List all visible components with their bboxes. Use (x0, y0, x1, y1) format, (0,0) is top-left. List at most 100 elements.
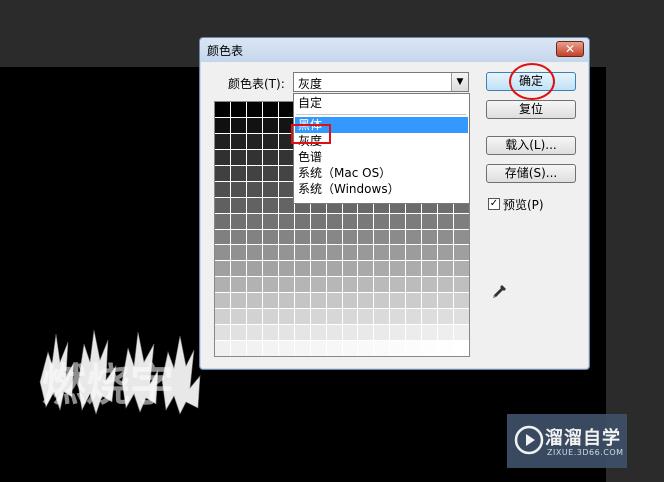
color-swatch[interactable] (278, 341, 294, 356)
color-swatch[interactable] (215, 341, 230, 356)
color-swatch[interactable] (294, 325, 310, 341)
color-swatch[interactable] (454, 245, 469, 261)
color-swatch[interactable] (230, 325, 246, 341)
color-swatch[interactable] (246, 102, 262, 117)
color-swatch[interactable] (215, 197, 230, 213)
color-swatch[interactable] (326, 293, 342, 309)
color-swatch[interactable] (246, 261, 262, 277)
color-swatch[interactable] (342, 341, 358, 356)
color-swatch[interactable] (215, 149, 230, 165)
color-swatch[interactable] (390, 277, 406, 293)
reset-button[interactable]: 复位 (486, 100, 576, 119)
color-swatch[interactable] (422, 293, 438, 309)
color-table-dropdown[interactable]: 自定 黑体 灰度 色谱 系统（Mac OS） 系统（Windows） (293, 93, 470, 204)
color-swatch[interactable] (215, 117, 230, 133)
color-swatch[interactable] (454, 309, 469, 325)
color-swatch[interactable] (438, 229, 454, 245)
color-swatch[interactable] (374, 213, 390, 229)
color-swatch[interactable] (326, 277, 342, 293)
color-swatch[interactable] (374, 341, 390, 356)
color-swatch[interactable] (358, 293, 374, 309)
color-swatch[interactable] (358, 309, 374, 325)
color-swatch[interactable] (230, 309, 246, 325)
color-swatch[interactable] (262, 245, 278, 261)
color-swatch[interactable] (326, 309, 342, 325)
color-swatch[interactable] (278, 197, 294, 213)
color-swatch[interactable] (310, 261, 326, 277)
color-swatch[interactable] (390, 309, 406, 325)
color-swatch[interactable] (422, 309, 438, 325)
color-swatch[interactable] (374, 245, 390, 261)
color-swatch[interactable] (278, 229, 294, 245)
color-swatch[interactable] (310, 341, 326, 356)
color-swatch[interactable] (246, 293, 262, 309)
color-swatch[interactable] (406, 229, 422, 245)
color-swatch[interactable] (262, 325, 278, 341)
eyedropper-icon[interactable] (491, 284, 507, 300)
color-swatch[interactable] (262, 341, 278, 356)
color-swatch[interactable] (310, 309, 326, 325)
color-swatch[interactable] (262, 229, 278, 245)
color-swatch[interactable] (326, 213, 342, 229)
color-swatch[interactable] (358, 245, 374, 261)
color-swatch[interactable] (342, 213, 358, 229)
color-swatch[interactable] (438, 277, 454, 293)
color-swatch[interactable] (278, 245, 294, 261)
color-swatch[interactable] (342, 325, 358, 341)
color-swatch[interactable] (342, 229, 358, 245)
color-swatch[interactable] (262, 133, 278, 149)
color-swatch[interactable] (374, 293, 390, 309)
color-swatch[interactable] (454, 293, 469, 309)
color-swatch[interactable] (230, 213, 246, 229)
color-swatch[interactable] (278, 149, 294, 165)
color-swatch[interactable] (278, 293, 294, 309)
color-swatch[interactable] (215, 309, 230, 325)
color-swatch[interactable] (262, 293, 278, 309)
color-swatch[interactable] (215, 181, 230, 197)
color-swatch[interactable] (390, 245, 406, 261)
color-swatch[interactable] (358, 325, 374, 341)
color-swatch[interactable] (262, 117, 278, 133)
color-swatch[interactable] (438, 325, 454, 341)
color-swatch[interactable] (326, 341, 342, 356)
color-swatch[interactable] (246, 117, 262, 133)
color-swatch[interactable] (454, 229, 469, 245)
color-swatch[interactable] (438, 245, 454, 261)
color-swatch[interactable] (406, 261, 422, 277)
color-swatch[interactable] (310, 213, 326, 229)
color-swatch[interactable] (406, 245, 422, 261)
color-swatch[interactable] (262, 277, 278, 293)
color-swatch[interactable] (215, 325, 230, 341)
option-custom[interactable]: 自定 (295, 95, 468, 111)
option-system-macos[interactable]: 系统（Mac OS） (295, 165, 468, 181)
color-swatch[interactable] (246, 133, 262, 149)
color-swatch[interactable] (374, 309, 390, 325)
color-swatch[interactable] (278, 213, 294, 229)
color-swatch[interactable] (342, 245, 358, 261)
color-swatch[interactable] (215, 213, 230, 229)
color-swatch[interactable] (215, 133, 230, 149)
color-swatch[interactable] (358, 277, 374, 293)
color-swatch[interactable] (246, 213, 262, 229)
color-swatch[interactable] (406, 309, 422, 325)
color-swatch[interactable] (262, 181, 278, 197)
color-swatch[interactable] (215, 229, 230, 245)
color-swatch[interactable] (246, 181, 262, 197)
color-swatch[interactable] (246, 245, 262, 261)
color-swatch[interactable] (390, 341, 406, 356)
color-swatch[interactable] (246, 165, 262, 181)
color-swatch[interactable] (246, 325, 262, 341)
color-swatch[interactable] (294, 245, 310, 261)
color-swatch[interactable] (422, 229, 438, 245)
color-swatch[interactable] (230, 181, 246, 197)
color-swatch[interactable] (215, 165, 230, 181)
color-swatch[interactable] (422, 341, 438, 356)
color-swatch[interactable] (358, 261, 374, 277)
color-swatch[interactable] (310, 277, 326, 293)
color-swatch[interactable] (438, 309, 454, 325)
color-swatch[interactable] (246, 229, 262, 245)
color-swatch[interactable] (278, 309, 294, 325)
color-swatch[interactable] (438, 261, 454, 277)
color-swatch[interactable] (358, 213, 374, 229)
preview-checkbox[interactable]: ✓ (488, 198, 500, 210)
